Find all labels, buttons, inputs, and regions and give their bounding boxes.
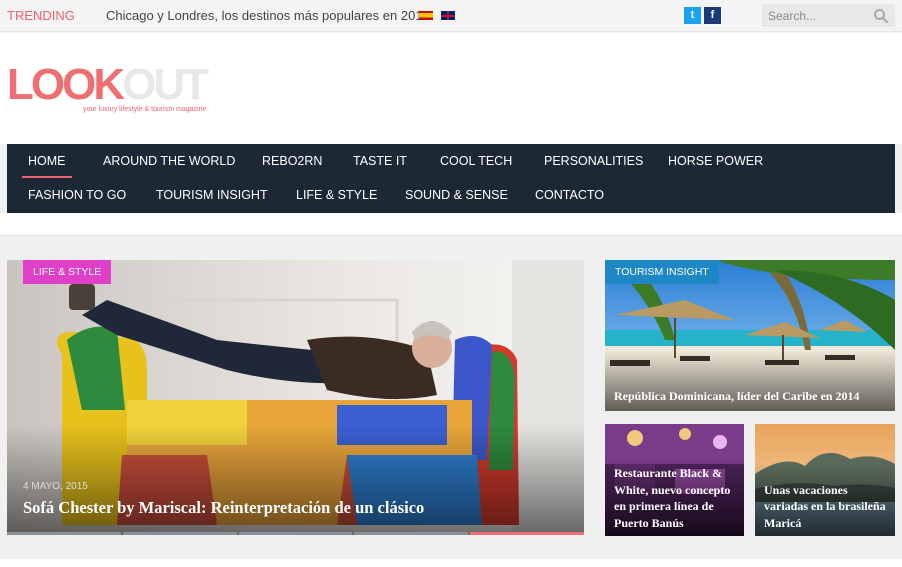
small-article-card[interactable]: Restaurante Black & White, nuevo concept…: [605, 424, 744, 536]
side-article-card[interactable]: TOURISM INSIGHT República Dominicana, lí…: [605, 260, 895, 411]
featured-slide[interactable]: LIFE & STYLE 4 MAYO, 2015 Sofá Chester b…: [7, 260, 584, 535]
nav-item-rebo2rn[interactable]: REBO2RN: [262, 144, 322, 178]
slider-dot[interactable]: [354, 532, 469, 535]
logo-text-look: LOOK: [7, 60, 125, 109]
nav-item-tourism-insight[interactable]: TOURISM INSIGHT: [156, 178, 268, 212]
slider-dot[interactable]: [7, 532, 121, 535]
nav-item-sound-sense[interactable]: SOUND & SENSE: [405, 178, 508, 212]
featured-title-link[interactable]: Sofá Chester by Mariscal: Reinterpretaci…: [23, 498, 424, 518]
nav-item-home[interactable]: HOME: [22, 144, 71, 178]
nav-item-horse-power[interactable]: HORSE POWER: [668, 144, 763, 178]
trending-label: TRENDING: [7, 8, 75, 23]
nav-item-cool-tech[interactable]: COOL TECH: [440, 144, 512, 178]
nav-item-life-style[interactable]: LIFE & STYLE: [296, 178, 377, 212]
featured-image: [7, 260, 584, 535]
logo-text-out: OUT: [122, 60, 209, 109]
bottom-strip: [0, 559, 902, 567]
search-icon[interactable]: [873, 8, 889, 24]
slider-dot[interactable]: [122, 532, 237, 535]
trending-headline-link[interactable]: Chicago y Londres, los destinos más popu…: [106, 8, 430, 23]
slider-dot-active[interactable]: [470, 532, 584, 535]
category-badge-tourism-insight[interactable]: TOURISM INSIGHT: [605, 260, 719, 284]
search-box: [762, 4, 895, 27]
site-logo[interactable]: LOOKOUT: [7, 60, 209, 109]
small-article-title-link[interactable]: Unas vacaciones variadas en la brasileña…: [764, 482, 889, 532]
small-article-card[interactable]: Unas vacaciones variadas en la brasileña…: [755, 424, 895, 536]
small-article-title-link[interactable]: Restaurante Black & White, nuevo concept…: [614, 465, 738, 531]
slider-progress: [7, 532, 584, 535]
nav-item-taste-it[interactable]: TASTE IT: [353, 144, 407, 178]
site-header: LOOKOUT your luxury lifestyle & tourism …: [0, 33, 902, 144]
featured-date: 4 MAYO, 2015: [23, 481, 88, 492]
facebook-icon[interactable]: f: [704, 7, 721, 24]
side-article-title-link[interactable]: República Dominicana, líder del Caribe e…: [614, 388, 859, 405]
nav-item-fashion-to-go[interactable]: FASHION TO GO: [28, 178, 126, 212]
nav-divider: [0, 213, 902, 236]
search-input[interactable]: [768, 7, 868, 24]
logo-tagline: your luxury lifestyle & tourism magazine: [83, 106, 207, 113]
english-flag-icon[interactable]: [441, 11, 455, 20]
spanish-flag-icon[interactable]: [419, 11, 433, 20]
nav-item-personalities[interactable]: PERSONALITIES: [544, 144, 643, 178]
nav-item-around-the-world[interactable]: AROUND THE WORLD: [103, 144, 235, 178]
slider-dot[interactable]: [238, 532, 353, 535]
category-badge-life-style[interactable]: LIFE & STYLE: [23, 260, 112, 284]
nav-item-contacto[interactable]: CONTACTO: [535, 178, 604, 212]
main-navigation: HOME AROUND THE WORLD REBO2RN TASTE IT C…: [7, 144, 895, 213]
top-bar: TRENDING Chicago y Londres, los destinos…: [0, 0, 902, 32]
twitter-icon[interactable]: t: [684, 7, 701, 24]
